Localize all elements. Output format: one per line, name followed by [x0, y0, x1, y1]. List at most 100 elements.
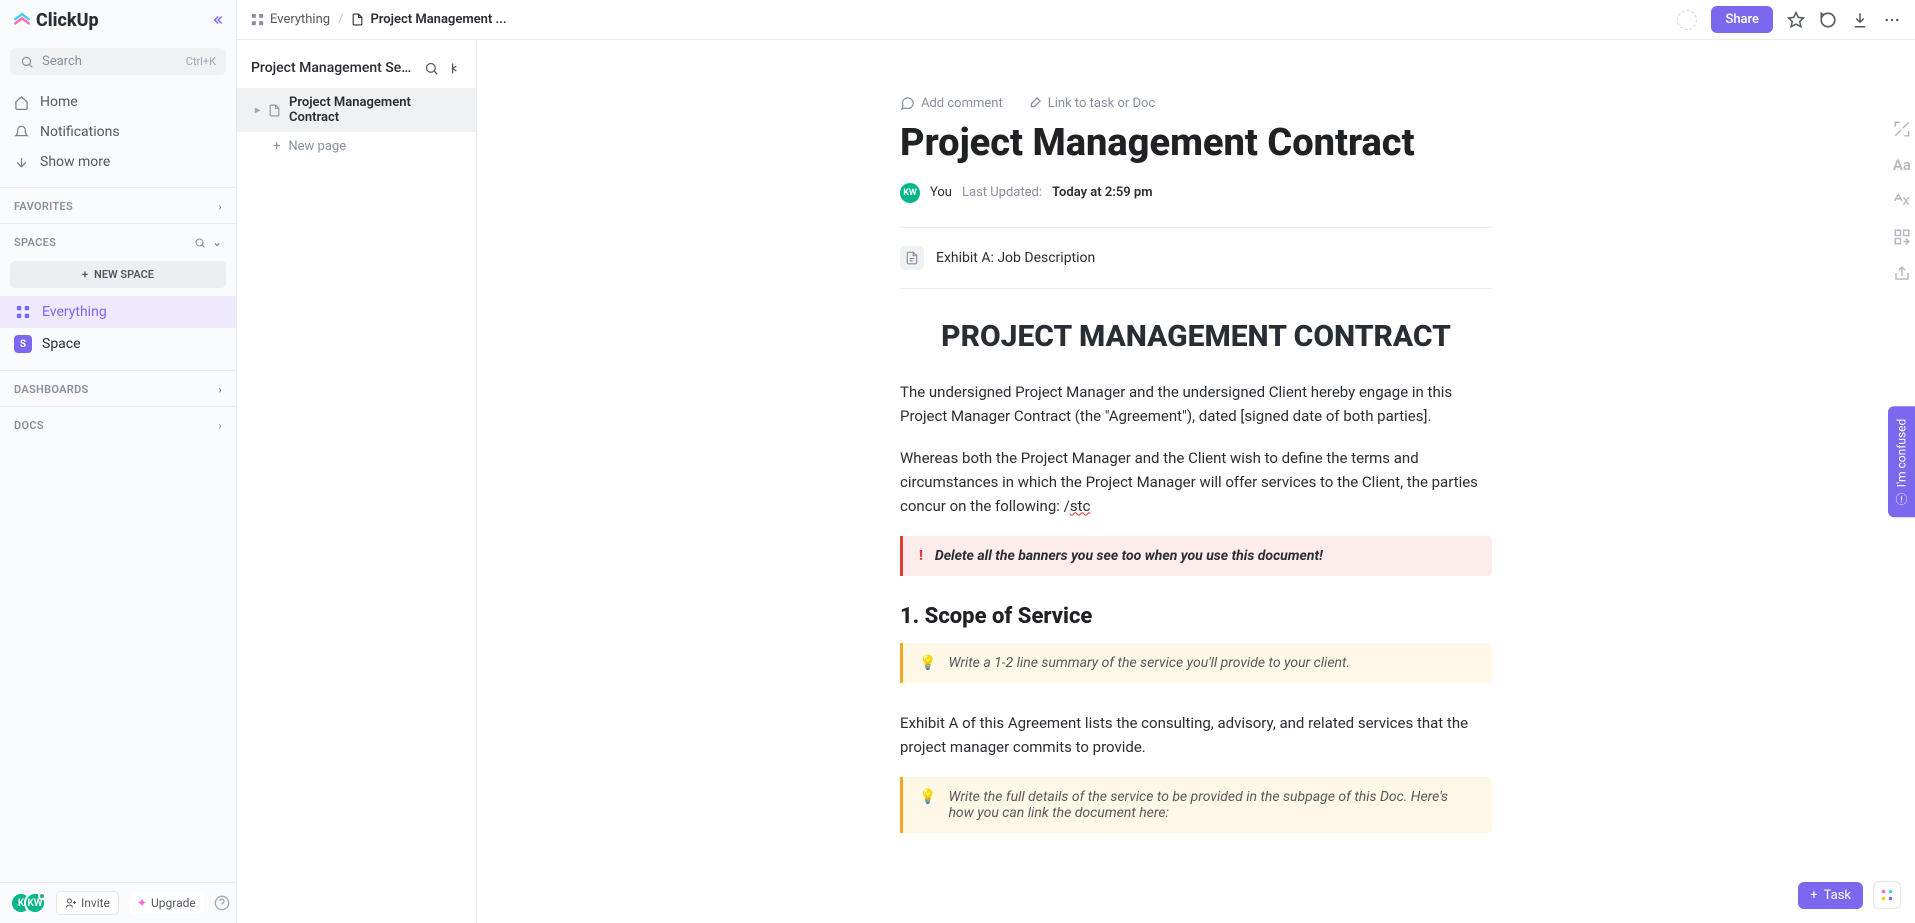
search-icon[interactable]: [424, 61, 439, 76]
bottom-right-actions: + Task: [1798, 881, 1901, 909]
subpage-link[interactable]: Exhibit A: Job Description: [900, 227, 1492, 289]
avatar-stack[interactable]: K KW: [10, 892, 46, 914]
tip-banner[interactable]: 💡 Write a 1-2 line summary of the servic…: [900, 643, 1492, 683]
invite-button[interactable]: Invite: [56, 891, 119, 915]
share-out-icon[interactable]: [1893, 264, 1911, 282]
logo[interactable]: ClickUp: [12, 10, 99, 31]
style-icon[interactable]: [1893, 192, 1911, 210]
new-space-button[interactable]: + NEW SPACE: [10, 261, 226, 288]
dashboards-section[interactable]: DASHBOARDS ›: [0, 371, 236, 400]
chevron-right-icon: ▸: [255, 105, 260, 116]
doc-tree-header: Project Management Services Co...: [237, 54, 476, 88]
activity-icon[interactable]: [1677, 10, 1697, 30]
primary-nav: Home Notifications Show more: [0, 83, 236, 181]
chevron-right-icon: ›: [218, 383, 222, 396]
breadcrumb-doc[interactable]: Project Management ...: [351, 12, 506, 27]
logo-text: ClickUp: [36, 10, 99, 31]
bell-icon: [14, 125, 30, 140]
doc-paragraph[interactable]: Exhibit A of this Agreement lists the co…: [900, 711, 1492, 759]
space-item[interactable]: S Space: [0, 328, 236, 360]
nav-notifications[interactable]: Notifications: [0, 117, 236, 147]
section-heading[interactable]: 1. Scope of Service: [900, 604, 1492, 629]
chevron-down-icon: [14, 155, 30, 170]
exclamation-icon: !: [919, 548, 923, 564]
plus-icon: +: [82, 268, 88, 281]
spellcheck-error: stc: [1070, 497, 1091, 515]
upgrade-button[interactable]: ✦ Upgrade: [129, 892, 204, 914]
comment-icon: [900, 96, 915, 111]
comment-icon[interactable]: [1819, 11, 1837, 29]
space-everything[interactable]: Everything: [0, 296, 236, 328]
sidebar: ClickUp Search Ctrl+K Home Notificat: [0, 0, 237, 923]
chevron-right-icon: ›: [218, 419, 222, 432]
person-add-icon: [65, 897, 77, 909]
docs-section[interactable]: DOCS ›: [0, 407, 236, 436]
author-name: You: [930, 185, 952, 200]
tree-new-page[interactable]: + New page: [237, 132, 476, 161]
breadcrumb-separator: /: [338, 12, 343, 27]
grid-icon: [251, 13, 264, 26]
avatar: KW: [24, 892, 46, 914]
body-area: Project Management Services Co... ▸ Proj…: [237, 40, 1915, 923]
doc-scroll[interactable]: Add comment Link to task or Doc Project …: [477, 40, 1915, 923]
doc-byline: KW You Last Updated: Today at 2:59 pm: [900, 183, 1492, 203]
warning-banner[interactable]: ! Delete all the banners you see too whe…: [900, 536, 1492, 576]
doc-icon: [268, 104, 281, 117]
sidebar-footer: K KW Invite ✦ Upgrade: [0, 882, 236, 923]
favorites-section[interactable]: FAVORITES ›: [0, 188, 236, 217]
help-icon[interactable]: [214, 895, 230, 911]
link-icon: [1027, 96, 1042, 111]
contract-heading[interactable]: PROJECT MANAGEMENT CONTRACT: [900, 319, 1492, 354]
chevron-down-icon[interactable]: ⌄: [212, 236, 222, 249]
doc-icon: [351, 13, 364, 26]
last-updated-label: Last Updated:: [962, 185, 1042, 200]
plus-icon: +: [1810, 888, 1817, 903]
feedback-tab[interactable]: ⓘ I'm confused: [1888, 406, 1915, 517]
doc-paragraph[interactable]: The undersigned Project Manager and the …: [900, 380, 1492, 428]
star-icon[interactable]: [1787, 11, 1805, 29]
more-icon[interactable]: [1883, 11, 1901, 29]
info-icon: ⓘ: [1893, 493, 1910, 505]
sidebar-header: ClickUp: [0, 0, 236, 40]
lightbulb-icon: 💡: [919, 789, 936, 805]
breadcrumb-everything[interactable]: Everything: [251, 12, 330, 27]
tip-banner[interactable]: 💡 Write the full details of the service …: [900, 777, 1492, 833]
doc-tree-title[interactable]: Project Management Services Co...: [251, 60, 416, 76]
home-icon: [14, 95, 30, 110]
typography-icon[interactable]: Aa: [1893, 156, 1911, 174]
search-shortcut: Ctrl+K: [186, 55, 216, 68]
chevron-right-icon: ›: [218, 200, 222, 213]
everything-icon: [14, 303, 32, 321]
space-badge-icon: S: [14, 335, 32, 353]
link-to-task-button[interactable]: Link to task or Doc: [1027, 96, 1156, 111]
tree-page-current[interactable]: ▸ Project Management Contract: [237, 88, 476, 132]
nav-show-more[interactable]: Show more: [0, 147, 236, 177]
templates-icon[interactable]: [1893, 228, 1911, 246]
doc-tree: Project Management Services Co... ▸ Proj…: [237, 40, 477, 923]
search-placeholder: Search: [42, 54, 82, 69]
doc-top-actions: Add comment Link to task or Doc: [900, 96, 1492, 111]
download-icon[interactable]: [1851, 11, 1869, 29]
main-content: Everything / Project Management ... Shar…: [237, 0, 1915, 923]
breadcrumb: Everything / Project Management ...: [251, 12, 507, 27]
search-icon: [20, 55, 34, 69]
collapse-sidebar-icon[interactable]: [210, 13, 224, 27]
search-input[interactable]: Search Ctrl+K: [10, 48, 226, 75]
spaces-section[interactable]: SPACES ⌄: [0, 224, 236, 253]
nav-home[interactable]: Home: [0, 87, 236, 117]
doc-main: Add comment Link to task or Doc Project …: [876, 96, 1516, 833]
share-button[interactable]: Share: [1711, 6, 1773, 33]
topbar-actions: Share: [1677, 6, 1901, 33]
apps-button[interactable]: [1873, 881, 1901, 909]
plus-icon: +: [273, 139, 280, 154]
doc-title[interactable]: Project Management Contract: [900, 121, 1492, 167]
doc-paragraph[interactable]: Whereas both the Project Manager and the…: [900, 446, 1492, 518]
last-updated-value: Today at 2:59 pm: [1052, 185, 1153, 200]
clickup-logo-icon: [12, 10, 32, 30]
search-icon[interactable]: [194, 237, 206, 249]
topbar: Everything / Project Management ... Shar…: [237, 0, 1915, 40]
collapse-icon[interactable]: [447, 61, 462, 76]
expand-icon[interactable]: [1893, 120, 1911, 138]
new-task-button[interactable]: + Task: [1798, 882, 1863, 909]
add-comment-button[interactable]: Add comment: [900, 96, 1003, 111]
